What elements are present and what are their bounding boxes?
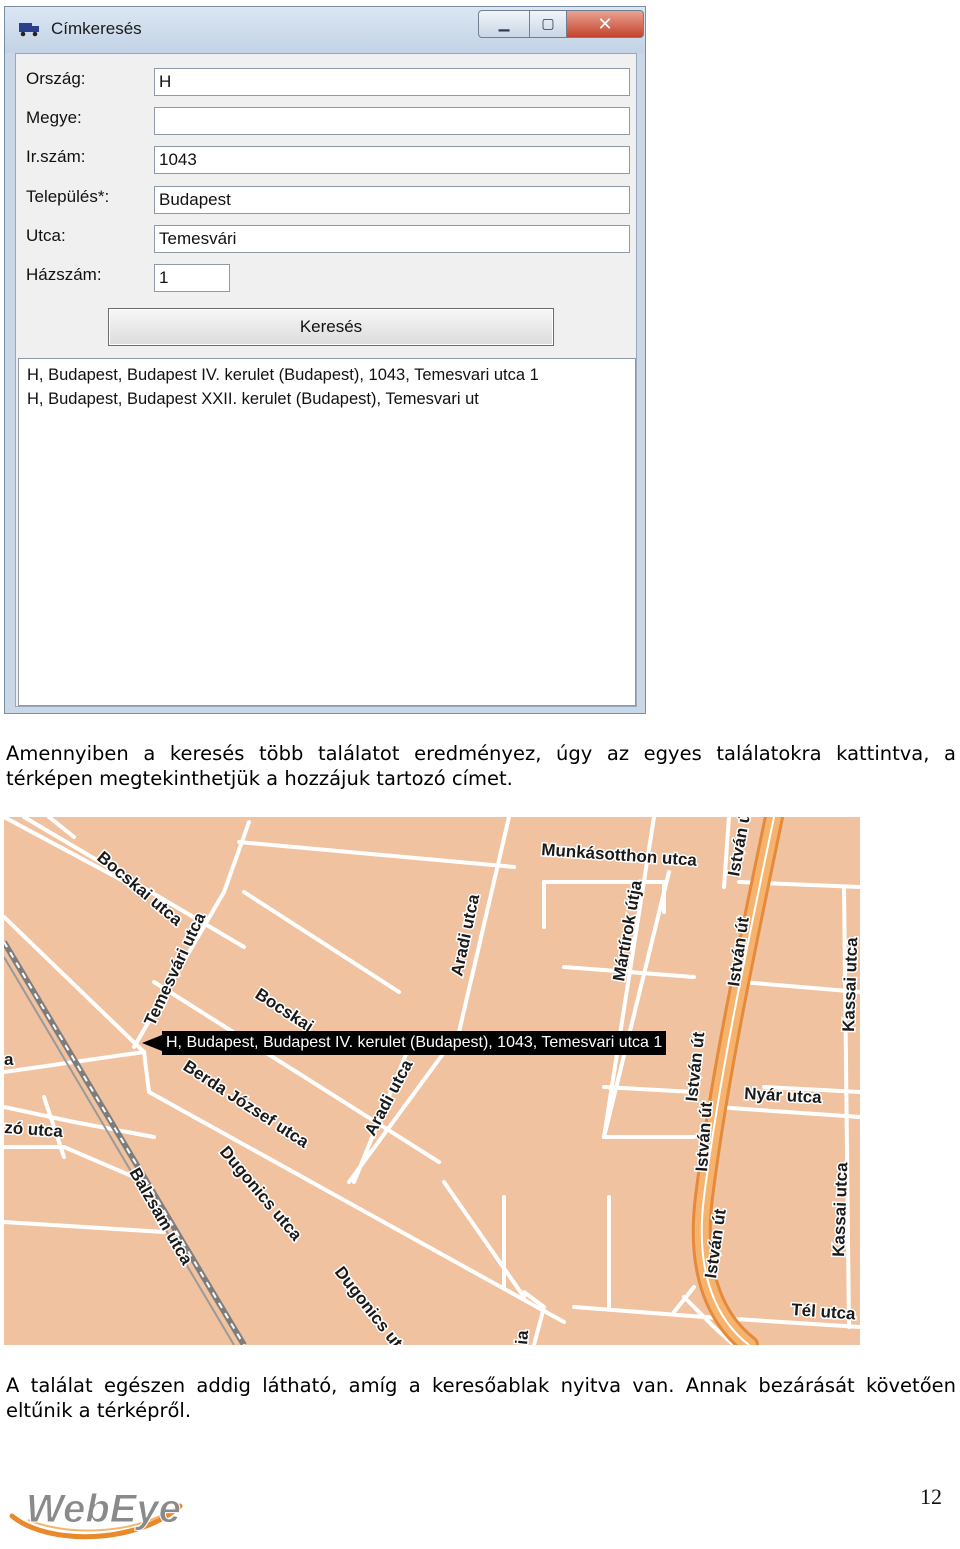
street-input[interactable]	[154, 225, 630, 253]
country-label: Ország:	[26, 69, 86, 88]
zip-input[interactable]	[154, 146, 630, 174]
dialog-body: Ország: Megye: Ir.szám: Település*: Utca…	[15, 53, 637, 707]
street-label: Dugonics ut	[331, 1263, 407, 1345]
street-label: Balzsam utca	[126, 1165, 197, 1269]
zip-label: Ir.szám:	[26, 147, 86, 166]
map-view[interactable]: Munkásotthon utca István út Bocskai utca…	[4, 817, 860, 1345]
close-button[interactable]: ✕	[566, 10, 644, 38]
street-label: Nyár utca	[744, 1084, 823, 1107]
results-list[interactable]: H, Budapest, Budapest IV. kerulet (Budap…	[18, 358, 636, 706]
street-label: Kassai utca	[829, 1161, 851, 1257]
country-input[interactable]	[154, 68, 630, 96]
title-bar[interactable]: Címkeresés ▁ ▢ ✕	[5, 7, 645, 53]
street-label: István út	[682, 1031, 708, 1103]
house-number-label: Házszám:	[26, 265, 102, 284]
maximize-button[interactable]: ▢	[529, 10, 567, 38]
paragraph-note: A találat egészen addig látható, amíg a …	[6, 1374, 956, 1422]
page-number: 12	[920, 1484, 942, 1509]
logo-text: WebEye	[26, 1487, 181, 1531]
city-input[interactable]	[154, 186, 630, 214]
railway	[4, 940, 247, 1345]
truck-icon	[19, 23, 39, 37]
street-label: Utca:	[26, 226, 66, 245]
search-button[interactable]: Keresés	[108, 308, 554, 346]
street-label: Bocskai	[252, 984, 317, 1035]
street-label: zó utca	[4, 1118, 64, 1141]
map-tooltip: H, Budapest, Budapest IV. kerulet (Budap…	[162, 1031, 667, 1055]
result-item[interactable]: H, Budapest, Budapest IV. kerulet (Budap…	[27, 363, 627, 387]
result-item[interactable]: H, Budapest, Budapest XXII. kerulet (Bud…	[27, 387, 627, 411]
paragraph-intro: Amennyiben a keresés több találatot ered…	[6, 742, 956, 790]
house-number-input[interactable]	[154, 264, 230, 292]
street-label: a	[4, 1050, 14, 1069]
close-icon: ✕	[597, 13, 613, 35]
street-label: Aradi utca	[447, 892, 483, 978]
county-label: Megye:	[26, 108, 82, 127]
street-label: Bocskai utca	[93, 848, 186, 930]
street-label: Dugonics utca	[216, 1142, 306, 1244]
street-label: Tél utca	[791, 1300, 857, 1323]
county-input[interactable]	[154, 107, 630, 135]
search-dialog: Címkeresés ▁ ▢ ✕ Ország: Megye: Ir.szám:…	[4, 6, 646, 714]
city-label: Település*:	[26, 187, 110, 206]
location-marker-icon	[142, 1035, 162, 1051]
map-canvas: Munkásotthon utca István út Bocskai utca…	[4, 817, 860, 1345]
street-label: Munkásotthon utca	[541, 840, 698, 870]
webeye-logo: WebEye	[9, 1487, 183, 1540]
maximize-icon: ▢	[541, 16, 555, 32]
street-label: Kassai utca	[839, 936, 860, 1032]
street-label: Mártírok útja	[609, 878, 646, 982]
street-label: ia	[512, 1329, 532, 1345]
minimize-button[interactable]: ▁	[478, 10, 530, 38]
window-title: Címkeresés	[51, 19, 142, 38]
minimize-icon: ▁	[498, 16, 510, 32]
